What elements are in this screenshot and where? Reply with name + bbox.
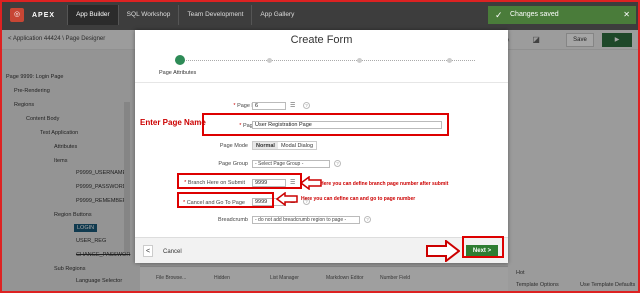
list-icon[interactable]: ☰ bbox=[290, 102, 298, 109]
main-nav: App Builder SQL Workshop Team Developmen… bbox=[67, 5, 302, 25]
annotation-arrow-icon bbox=[276, 192, 298, 206]
annotation-branch-note: Here you can define branch page number a… bbox=[320, 181, 449, 187]
cancel-button[interactable]: Cancel bbox=[163, 249, 182, 255]
wizard-step-dot bbox=[447, 58, 452, 63]
wizard-step-label: Page Attributes bbox=[159, 70, 197, 76]
create-form-dialog: Create Form Page Attributes * Page Numbe… bbox=[135, 30, 508, 263]
changes-saved-toast: ✓ Changes saved ✕ bbox=[488, 6, 636, 24]
nav-app-gallery[interactable]: App Gallery bbox=[251, 5, 302, 25]
nav-sql-workshop[interactable]: SQL Workshop bbox=[117, 5, 179, 25]
nav-app-builder[interactable]: App Builder bbox=[67, 5, 118, 25]
help-icon[interactable]: ? bbox=[334, 160, 341, 167]
wizard-step-dot bbox=[267, 58, 272, 63]
divider bbox=[135, 82, 508, 83]
annotation-arrow-icon bbox=[426, 240, 460, 262]
annotation-box-cancel-goto bbox=[177, 192, 274, 208]
wizard-step-dot bbox=[357, 58, 362, 63]
breadcrumb-select[interactable]: - do not add breadcrumb region to page - bbox=[252, 216, 360, 224]
dialog-title: Create Form bbox=[290, 34, 353, 46]
back-button[interactable]: < bbox=[143, 245, 153, 257]
page-group-select[interactable]: - Select Page Group - bbox=[252, 160, 330, 168]
annotation-cancel-note: Here you can define can and go to page n… bbox=[301, 196, 416, 202]
page-group-label: Page Group bbox=[218, 161, 248, 167]
nav-team-development[interactable]: Team Development bbox=[178, 5, 251, 25]
help-icon[interactable]: ? bbox=[303, 102, 310, 109]
annotation-box-next bbox=[462, 236, 504, 258]
wizard-progress bbox=[175, 60, 475, 62]
breadcrumb-label: Breadcrumb bbox=[218, 217, 248, 223]
annotation-box-branch bbox=[177, 173, 302, 189]
top-nav-bar: ◎ APEX App Builder SQL Workshop Team Dev… bbox=[0, 0, 640, 30]
check-icon: ✓ bbox=[495, 10, 503, 20]
oracle-logo-icon[interactable]: ◎ bbox=[10, 8, 24, 22]
annotation-enter-page-name: Enter Page Name bbox=[140, 118, 206, 127]
page-mode-toggle: Normal Modal Dialog bbox=[252, 141, 318, 150]
page-number-input[interactable]: 6 bbox=[252, 102, 286, 110]
apex-brand[interactable]: APEX bbox=[32, 12, 55, 19]
close-icon[interactable]: ✕ bbox=[623, 6, 630, 24]
annotation-arrow-icon bbox=[300, 176, 322, 190]
wizard-step-current bbox=[175, 55, 185, 65]
mode-normal-option[interactable]: Normal bbox=[253, 142, 278, 149]
toast-message: Changes saved bbox=[510, 11, 559, 18]
mode-modal-dialog-option[interactable]: Modal Dialog bbox=[278, 142, 316, 149]
annotation-box-page-name bbox=[202, 113, 449, 136]
help-icon[interactable]: ? bbox=[364, 216, 371, 223]
page-mode-label: Page Mode bbox=[219, 143, 248, 149]
